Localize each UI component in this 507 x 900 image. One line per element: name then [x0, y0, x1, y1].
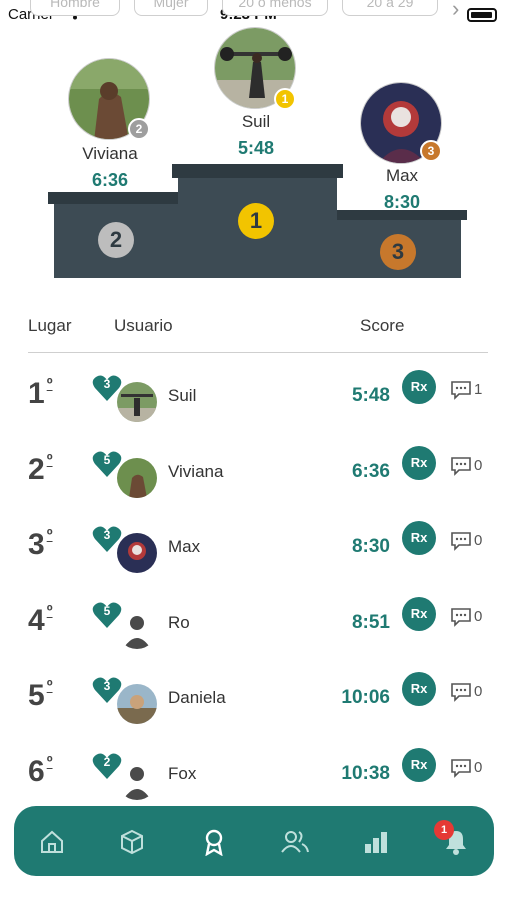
filter-chip-hombre[interactable]: Hombre — [30, 0, 120, 16]
nav-users-icon[interactable] — [280, 828, 309, 856]
level-number: 5 — [103, 452, 111, 467]
gold-medal-icon: 1 — [274, 88, 296, 110]
place-number: 1º — [28, 376, 53, 410]
level-number: 2 — [103, 754, 111, 769]
column-header-user: Usuario — [114, 316, 173, 335]
comments-button[interactable]: 1 — [450, 380, 490, 400]
comment-count: 0 — [474, 758, 483, 776]
comment-count: 0 — [474, 456, 483, 474]
column-header-score: Score — [360, 316, 405, 335]
comment-count: 0 — [474, 683, 483, 700]
user-name[interactable]: Suil — [168, 386, 196, 406]
filter-chip-20-o-menos[interactable]: 20 o menos — [222, 0, 328, 16]
table-row[interactable]: 5º 3 Daniela 10:06 Rx 0 — [0, 668, 507, 728]
header-divider — [28, 352, 488, 353]
podium-second-name: Viviana — [82, 144, 138, 163]
avatar[interactable] — [117, 457, 157, 498]
comment-icon — [451, 456, 471, 476]
user-score: 8:51 — [351, 611, 390, 633]
user-name[interactable]: Max — [168, 537, 200, 557]
avatar[interactable] — [117, 382, 157, 422]
comment-count: 0 — [474, 532, 483, 549]
podium-third-top — [337, 210, 467, 220]
comments-button[interactable]: 0 — [450, 531, 490, 551]
nav-award-icon[interactable] — [200, 828, 228, 857]
user-score: 10:06 — [341, 687, 390, 708]
nav-home-icon[interactable] — [38, 828, 66, 856]
rx-badge: Rx — [402, 445, 436, 480]
table-row[interactable]: 4º 5 Ro 8:51 Rx 0 — [0, 593, 507, 653]
user-score: 10:38 — [341, 762, 390, 784]
user-name[interactable]: Daniela — [168, 688, 226, 708]
place-number: 3º — [28, 527, 53, 561]
avatar[interactable] — [117, 608, 157, 649]
bronze-medal-icon: 3 — [420, 140, 442, 162]
podium-first-top — [172, 164, 343, 178]
table-row[interactable]: 3º 3 Max 8:30 Rx 0 — [0, 517, 507, 577]
level-number: 5 — [103, 603, 111, 618]
level-number: 3 — [103, 528, 111, 542]
comment-icon — [451, 607, 471, 627]
avatar[interactable] — [117, 684, 157, 724]
rx-badge: Rx — [402, 672, 436, 706]
column-header-place: Lugar — [28, 316, 72, 335]
nav-box-icon[interactable] — [118, 828, 146, 856]
avatar[interactable] — [117, 533, 157, 573]
table-header: Lugar Usuario Score — [28, 316, 488, 340]
comments-button[interactable]: 0 — [450, 456, 490, 476]
bottom-nav: 1 — [14, 806, 494, 876]
nav-stats-icon[interactable] — [362, 828, 390, 856]
podium-second-top — [48, 192, 178, 204]
chevron-right-icon[interactable]: › — [452, 0, 459, 22]
podium: 2 Viviana 6:36 1 Suil 5:48 3 Max 8:30 2 … — [0, 27, 507, 290]
podium-second-number: 2 — [98, 222, 134, 258]
place-number: 2º — [28, 451, 53, 486]
user-score: 8:30 — [351, 536, 390, 557]
place-number: 4º — [28, 602, 53, 637]
user-score: 6:36 — [351, 460, 390, 482]
comments-button[interactable]: 0 — [450, 607, 490, 627]
podium-first-time: 5:48 — [237, 138, 275, 158]
user-name[interactable]: Fox — [168, 764, 196, 784]
table-row[interactable]: 2º 5 Viviana 6:36 Rx 0 — [0, 442, 507, 502]
user-score: 5:48 — [351, 385, 390, 406]
comment-count: 0 — [474, 607, 483, 625]
comment-icon — [451, 381, 471, 400]
podium-second-time: 6:36 — [91, 170, 129, 190]
table-row[interactable]: 6º 2 Fox 10:38 Rx 0 — [0, 744, 507, 804]
rx-badge: Rx — [402, 370, 436, 404]
level-number: 3 — [103, 679, 111, 693]
comment-icon — [451, 683, 471, 702]
rx-badge: Rx — [402, 596, 436, 631]
rx-badge: Rx — [402, 521, 436, 555]
filter-chip-20-a-29[interactable]: 20 a 29 — [342, 0, 438, 16]
table-row[interactable]: 1º 3 Suil 5:48 Rx 1 — [0, 366, 507, 426]
avatar[interactable] — [117, 759, 157, 800]
place-number: 5º — [28, 678, 53, 712]
silver-medal-icon: 2 — [128, 118, 150, 140]
comments-button[interactable]: 0 — [450, 758, 490, 778]
level-number: 3 — [103, 377, 111, 391]
comments-button[interactable]: 0 — [450, 682, 490, 702]
notification-badge: 1 — [434, 820, 454, 840]
podium-third-name: Max — [385, 166, 419, 185]
user-name[interactable]: Ro — [168, 613, 190, 633]
battery-icon — [467, 8, 497, 22]
comment-count: 1 — [474, 381, 483, 398]
comment-icon — [451, 758, 471, 778]
nav-bell-icon[interactable]: 1 — [434, 820, 470, 856]
place-number: 6º — [28, 753, 53, 788]
comment-icon — [451, 532, 471, 551]
podium-third-number: 3 — [380, 234, 416, 270]
podium-first-number: 1 — [238, 203, 274, 239]
podium-first-name: Suil — [241, 112, 271, 131]
filter-chip-mujer[interactable]: Mujer — [134, 0, 208, 16]
rx-badge: Rx — [402, 747, 436, 782]
user-name[interactable]: Viviana — [168, 462, 223, 482]
